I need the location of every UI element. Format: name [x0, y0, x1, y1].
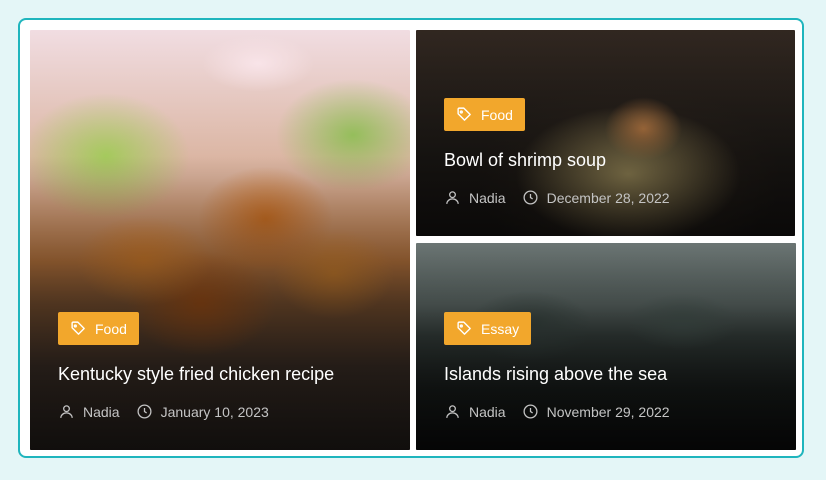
post-author[interactable]: Nadia [444, 403, 506, 420]
tag-icon [70, 320, 87, 337]
date-text: January 10, 2023 [160, 403, 269, 420]
author-name: Nadia [469, 403, 506, 420]
category-label: Food [481, 106, 513, 123]
post-card-shrimp-soup[interactable]: Food Bowl of shrimp soup Nadia December … [416, 30, 795, 236]
post-author[interactable]: Nadia [58, 403, 120, 420]
user-icon [58, 403, 75, 420]
post-title[interactable]: Bowl of shrimp soup [444, 149, 775, 171]
author-name: Nadia [469, 189, 506, 206]
clock-icon [522, 403, 539, 420]
clock-icon [136, 403, 153, 420]
post-author[interactable]: Nadia [444, 189, 506, 206]
user-icon [444, 189, 461, 206]
post-date: January 10, 2023 [136, 403, 269, 420]
user-icon [444, 403, 461, 420]
category-badge[interactable]: Essay [444, 312, 532, 345]
post-date: December 28, 2022 [522, 189, 670, 206]
tag-icon [456, 106, 473, 123]
author-name: Nadia [83, 403, 120, 420]
category-label: Essay [481, 320, 520, 337]
date-text: November 29, 2022 [546, 403, 670, 420]
date-text: December 28, 2022 [546, 189, 670, 206]
clock-icon [522, 189, 539, 206]
category-badge[interactable]: Food [444, 98, 525, 131]
category-label: Food [95, 320, 127, 337]
post-card-fried-chicken[interactable]: Food Kentucky style fried chicken recipe… [30, 30, 410, 450]
post-date: November 29, 2022 [522, 403, 670, 420]
post-title[interactable]: Islands rising above the sea [444, 363, 776, 385]
post-title[interactable]: Kentucky style fried chicken recipe [58, 363, 390, 385]
post-card-islands[interactable]: Essay Islands rising above the sea Nadia… [416, 243, 796, 450]
category-badge[interactable]: Food [58, 312, 139, 345]
tag-icon [456, 320, 473, 337]
